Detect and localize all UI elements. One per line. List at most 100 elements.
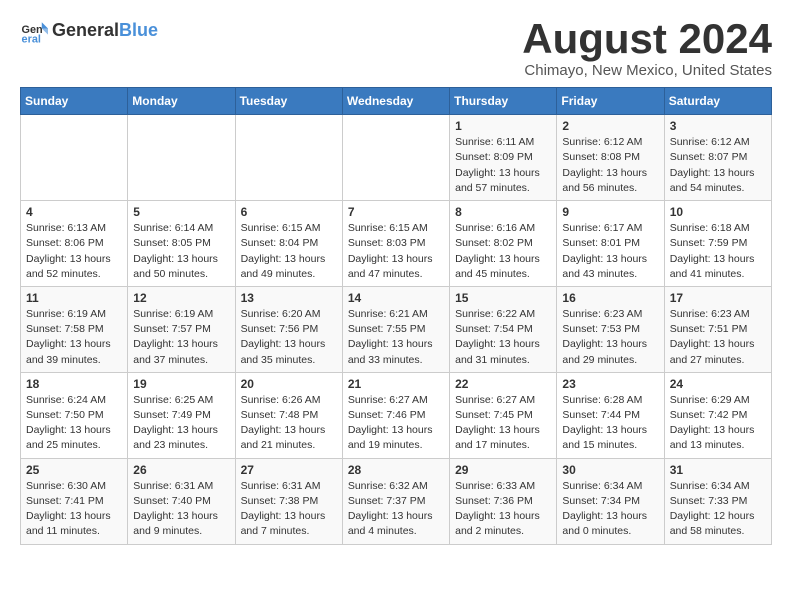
header: Gen eral GeneralBlue August 2024 Chimayo… [20, 16, 772, 79]
day-number: 29 [455, 463, 551, 477]
day-info: Sunrise: 6:28 AM Sunset: 7:44 PM Dayligh… [562, 393, 658, 454]
day-number: 13 [241, 291, 337, 305]
weekday-header-sunday: Sunday [21, 88, 128, 115]
day-info: Sunrise: 6:15 AM Sunset: 8:03 PM Dayligh… [348, 221, 444, 282]
day-info: Sunrise: 6:18 AM Sunset: 7:59 PM Dayligh… [670, 221, 766, 282]
weekday-header-monday: Monday [128, 88, 235, 115]
calendar-cell: 14 Sunrise: 6:21 AM Sunset: 7:55 PM Dayli… [342, 286, 449, 372]
calendar-cell: 20 Sunrise: 6:26 AM Sunset: 7:48 PM Dayli… [235, 372, 342, 458]
day-info: Sunrise: 6:16 AM Sunset: 8:02 PM Dayligh… [455, 221, 551, 282]
calendar-cell: 19 Sunrise: 6:25 AM Sunset: 7:49 PM Dayli… [128, 372, 235, 458]
calendar-cell: 31 Sunrise: 6:34 AM Sunset: 7:33 PM Dayli… [664, 458, 771, 544]
day-number: 24 [670, 377, 766, 391]
day-number: 14 [348, 291, 444, 305]
calendar-cell: 12 Sunrise: 6:19 AM Sunset: 7:57 PM Dayli… [128, 286, 235, 372]
day-number: 19 [133, 377, 229, 391]
day-info: Sunrise: 6:22 AM Sunset: 7:54 PM Dayligh… [455, 307, 551, 368]
location-subtitle: Chimayo, New Mexico, United States [522, 62, 772, 79]
logo-icon: Gen eral [20, 16, 48, 44]
calendar-cell: 4Sunrise: 6:13 AM Sunset: 8:06 PM Daylig… [21, 201, 128, 287]
logo-general-text: General [52, 20, 119, 41]
calendar-cell: 11 Sunrise: 6:19 AM Sunset: 7:58 PM Dayli… [21, 286, 128, 372]
day-number: 21 [348, 377, 444, 391]
day-number: 3 [670, 119, 766, 133]
weekday-header-tuesday: Tuesday [235, 88, 342, 115]
calendar-cell: 23 Sunrise: 6:28 AM Sunset: 7:44 PM Dayli… [557, 372, 664, 458]
calendar-table: SundayMondayTuesdayWednesdayThursdayFrid… [20, 87, 772, 544]
calendar-cell: 28 Sunrise: 6:32 AM Sunset: 7:37 PM Dayli… [342, 458, 449, 544]
day-number: 8 [455, 205, 551, 219]
day-info: Sunrise: 6:33 AM Sunset: 7:36 PM Dayligh… [455, 479, 551, 540]
calendar-cell: 7 Sunrise: 6:15 AM Sunset: 8:03 PM Daylig… [342, 201, 449, 287]
day-info: Sunrise: 6:30 AM Sunset: 7:41 PM Dayligh… [26, 479, 122, 540]
calendar-cell: 30 Sunrise: 6:34 AM Sunset: 7:34 PM Dayli… [557, 458, 664, 544]
day-info: Sunrise: 6:29 AM Sunset: 7:42 PM Dayligh… [670, 393, 766, 454]
day-info: Sunrise: 6:23 AM Sunset: 7:51 PM Dayligh… [670, 307, 766, 368]
calendar-cell: 3Sunrise: 6:12 AM Sunset: 8:07 PM Daylig… [664, 115, 771, 201]
day-number: 22 [455, 377, 551, 391]
calendar-cell [128, 115, 235, 201]
calendar-cell: 6 Sunrise: 6:15 AM Sunset: 8:04 PM Daylig… [235, 201, 342, 287]
day-info: Sunrise: 6:25 AM Sunset: 7:49 PM Dayligh… [133, 393, 229, 454]
day-number: 20 [241, 377, 337, 391]
logo-blue-text: Blue [119, 20, 158, 41]
day-info: Sunrise: 6:27 AM Sunset: 7:45 PM Dayligh… [455, 393, 551, 454]
weekday-header-saturday: Saturday [664, 88, 771, 115]
day-info: Sunrise: 6:31 AM Sunset: 7:38 PM Dayligh… [241, 479, 337, 540]
day-info: Sunrise: 6:19 AM Sunset: 7:57 PM Dayligh… [133, 307, 229, 368]
calendar-week-row: 25 Sunrise: 6:30 AM Sunset: 7:41 PM Dayli… [21, 458, 772, 544]
day-number: 28 [348, 463, 444, 477]
day-info: Sunrise: 6:21 AM Sunset: 7:55 PM Dayligh… [348, 307, 444, 368]
calendar-cell: 17 Sunrise: 6:23 AM Sunset: 7:51 PM Dayli… [664, 286, 771, 372]
day-info: Sunrise: 6:24 AM Sunset: 7:50 PM Dayligh… [26, 393, 122, 454]
calendar-cell: 5 Sunrise: 6:14 AM Sunset: 8:05 PM Daylig… [128, 201, 235, 287]
day-number: 12 [133, 291, 229, 305]
day-info: Sunrise: 6:12 AM Sunset: 8:08 PM Dayligh… [562, 135, 658, 196]
svg-text:eral: eral [22, 33, 41, 44]
calendar-cell: 22 Sunrise: 6:27 AM Sunset: 7:45 PM Dayli… [450, 372, 557, 458]
day-info: Sunrise: 6:11 AM Sunset: 8:09 PM Dayligh… [455, 135, 551, 196]
calendar-cell [342, 115, 449, 201]
calendar-cell: 1 Sunrise: 6:11 AM Sunset: 8:09 PM Daylig… [450, 115, 557, 201]
day-info: Sunrise: 6:27 AM Sunset: 7:46 PM Dayligh… [348, 393, 444, 454]
calendar-cell: 21 Sunrise: 6:27 AM Sunset: 7:46 PM Dayli… [342, 372, 449, 458]
calendar-cell: 18 Sunrise: 6:24 AM Sunset: 7:50 PM Dayli… [21, 372, 128, 458]
day-info: Sunrise: 6:32 AM Sunset: 7:37 PM Dayligh… [348, 479, 444, 540]
day-info: Sunrise: 6:17 AM Sunset: 8:01 PM Dayligh… [562, 221, 658, 282]
day-info: Sunrise: 6:14 AM Sunset: 8:05 PM Dayligh… [133, 221, 229, 282]
day-number: 31 [670, 463, 766, 477]
day-info: Sunrise: 6:15 AM Sunset: 8:04 PM Dayligh… [241, 221, 337, 282]
calendar-cell: 8 Sunrise: 6:16 AM Sunset: 8:02 PM Daylig… [450, 201, 557, 287]
calendar-cell: 9 Sunrise: 6:17 AM Sunset: 8:01 PM Daylig… [557, 201, 664, 287]
calendar-cell: 25 Sunrise: 6:30 AM Sunset: 7:41 PM Dayli… [21, 458, 128, 544]
day-info: Sunrise: 6:26 AM Sunset: 7:48 PM Dayligh… [241, 393, 337, 454]
day-info: Sunrise: 6:19 AM Sunset: 7:58 PM Dayligh… [26, 307, 122, 368]
calendar-cell: 15Sunrise: 6:22 AM Sunset: 7:54 PM Dayli… [450, 286, 557, 372]
day-number: 7 [348, 205, 444, 219]
weekday-header-friday: Friday [557, 88, 664, 115]
day-info: Sunrise: 6:34 AM Sunset: 7:33 PM Dayligh… [670, 479, 766, 540]
day-info: Sunrise: 6:20 AM Sunset: 7:56 PM Dayligh… [241, 307, 337, 368]
day-number: 17 [670, 291, 766, 305]
day-number: 25 [26, 463, 122, 477]
month-year-title: August 2024 [522, 16, 772, 62]
calendar-cell: 27 Sunrise: 6:31 AM Sunset: 7:38 PM Dayli… [235, 458, 342, 544]
day-number: 30 [562, 463, 658, 477]
day-number: 27 [241, 463, 337, 477]
day-info: Sunrise: 6:31 AM Sunset: 7:40 PM Dayligh… [133, 479, 229, 540]
day-number: 23 [562, 377, 658, 391]
day-number: 18 [26, 377, 122, 391]
day-number: 2 [562, 119, 658, 133]
day-number: 9 [562, 205, 658, 219]
day-number: 10 [670, 205, 766, 219]
calendar-cell: 24 Sunrise: 6:29 AM Sunset: 7:42 PM Dayli… [664, 372, 771, 458]
day-number: 11 [26, 291, 122, 305]
calendar-week-row: 18 Sunrise: 6:24 AM Sunset: 7:50 PM Dayli… [21, 372, 772, 458]
day-number: 6 [241, 205, 337, 219]
weekday-header-wednesday: Wednesday [342, 88, 449, 115]
calendar-cell: 2 Sunrise: 6:12 AM Sunset: 8:08 PM Daylig… [557, 115, 664, 201]
day-number: 5 [133, 205, 229, 219]
day-info: Sunrise: 6:34 AM Sunset: 7:34 PM Dayligh… [562, 479, 658, 540]
calendar-week-row: 11 Sunrise: 6:19 AM Sunset: 7:58 PM Dayli… [21, 286, 772, 372]
day-number: 1 [455, 119, 551, 133]
